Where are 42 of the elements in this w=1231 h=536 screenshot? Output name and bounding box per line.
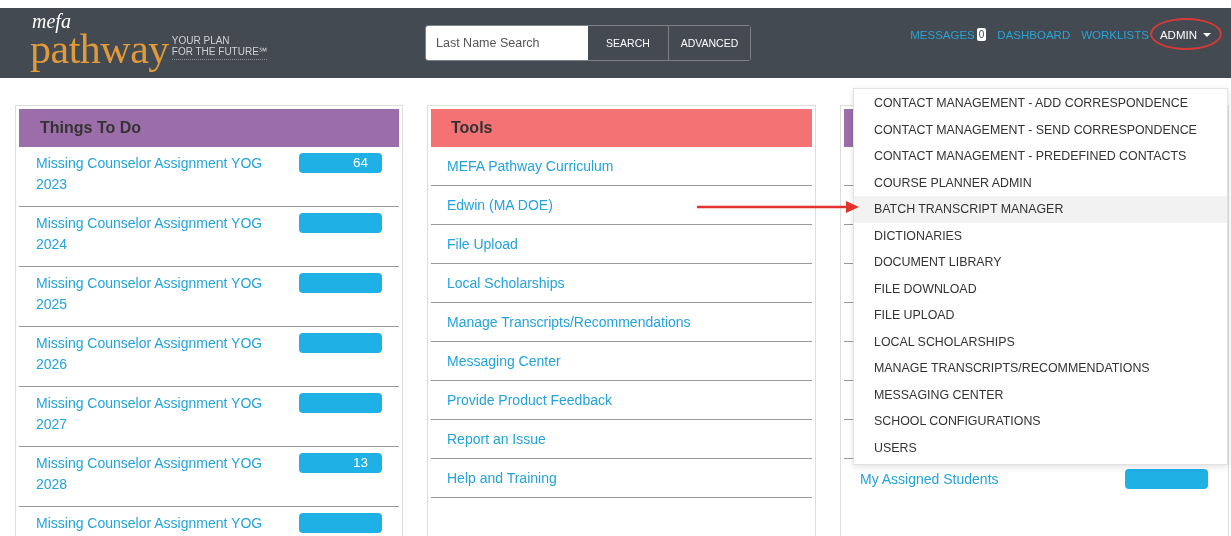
link[interactable]: Missing Counselor Assignment YOG 2023 <box>36 153 276 195</box>
menu-item[interactable]: FILE DOWNLOAD <box>854 275 1227 302</box>
nav-link[interactable]: WORKLISTS <box>1081 28 1149 41</box>
link[interactable]: Missing Counselor Assignment YOG 2025 <box>36 273 276 315</box>
nav-link[interactable]: MESSAGES 0 <box>910 28 987 41</box>
link[interactable]: My Assigned Students <box>860 469 1100 490</box>
link[interactable]: Local Scholarships <box>447 272 565 294</box>
link[interactable]: Provide Product Feedback <box>447 389 612 411</box>
tagline-text: YOUR PLAN <box>171 35 231 46</box>
menu-item[interactable]: CONTACT MANAGEMENT - SEND CORRESPONDENCE <box>854 116 1227 143</box>
link[interactable]: File Upload <box>447 233 518 255</box>
menu-item[interactable]: DOCUMENT LIBRARY <box>854 249 1227 276</box>
menu-item[interactable]: DICTIONARIES <box>854 222 1227 249</box>
link[interactable]: Missing Counselor Assignment YOG 2027 <box>36 393 276 435</box>
link[interactable]: Messaging Center <box>447 350 561 372</box>
menu-item[interactable]: CONTACT MANAGEMENT - PREDEFINED CONTACTS <box>854 143 1227 170</box>
link[interactable]: Edwin (MA DOE) <box>447 194 553 216</box>
menu-item[interactable]: LOCAL SCHOLARSHIPS <box>854 328 1227 355</box>
nav-link[interactable]: ADMIN <box>1159 28 1211 41</box>
menu-item[interactable]: SCHOOL CONFIGURATIONS <box>854 408 1227 435</box>
link[interactable]: Help and Training <box>447 467 557 489</box>
menu-item[interactable]: MANAGE TRANSCRIPTS/RECOMMENDATIONS <box>854 355 1227 382</box>
count-badge: 0 <box>976 28 987 41</box>
count-badge: 64 <box>299 153 382 173</box>
link[interactable]: Missing Counselor Assignment YOG 2026 <box>36 333 276 375</box>
link[interactable]: Missing Counselor Assignment YOG 2024 <box>36 213 276 255</box>
count-badge: 13 <box>299 453 382 473</box>
link[interactable]: Missing Counselor Assignment YOG 2028 <box>36 453 276 495</box>
menu-item[interactable]: BATCH TRANSCRIPT MANAGER <box>854 196 1227 223</box>
panel-header: Things To Do <box>19 109 399 147</box>
menu-item[interactable]: FILE UPLOAD <box>854 302 1227 329</box>
menu-item[interactable]: MESSAGING CENTER <box>854 381 1227 408</box>
menu-item[interactable]: COURSE PLANNER ADMIN <box>854 169 1227 196</box>
link[interactable]: Manage Transcripts/Recommendations <box>447 311 691 333</box>
link[interactable]: MEFA Pathway Curriculum <box>447 155 614 177</box>
menu-item[interactable]: USERS <box>854 434 1227 461</box>
link[interactable]: Report an Issue <box>447 428 546 450</box>
link[interactable]: Missing Counselor Assignment YOG <box>36 513 276 534</box>
tagline-text: FOR THE FUTURE℠ <box>171 46 267 57</box>
panel-header: Tools <box>431 109 812 147</box>
nav-link[interactable]: DASHBOARD <box>997 28 1071 41</box>
menu-item[interactable]: CONTACT MANAGEMENT - ADD CORRESPONDENCE <box>854 90 1227 117</box>
